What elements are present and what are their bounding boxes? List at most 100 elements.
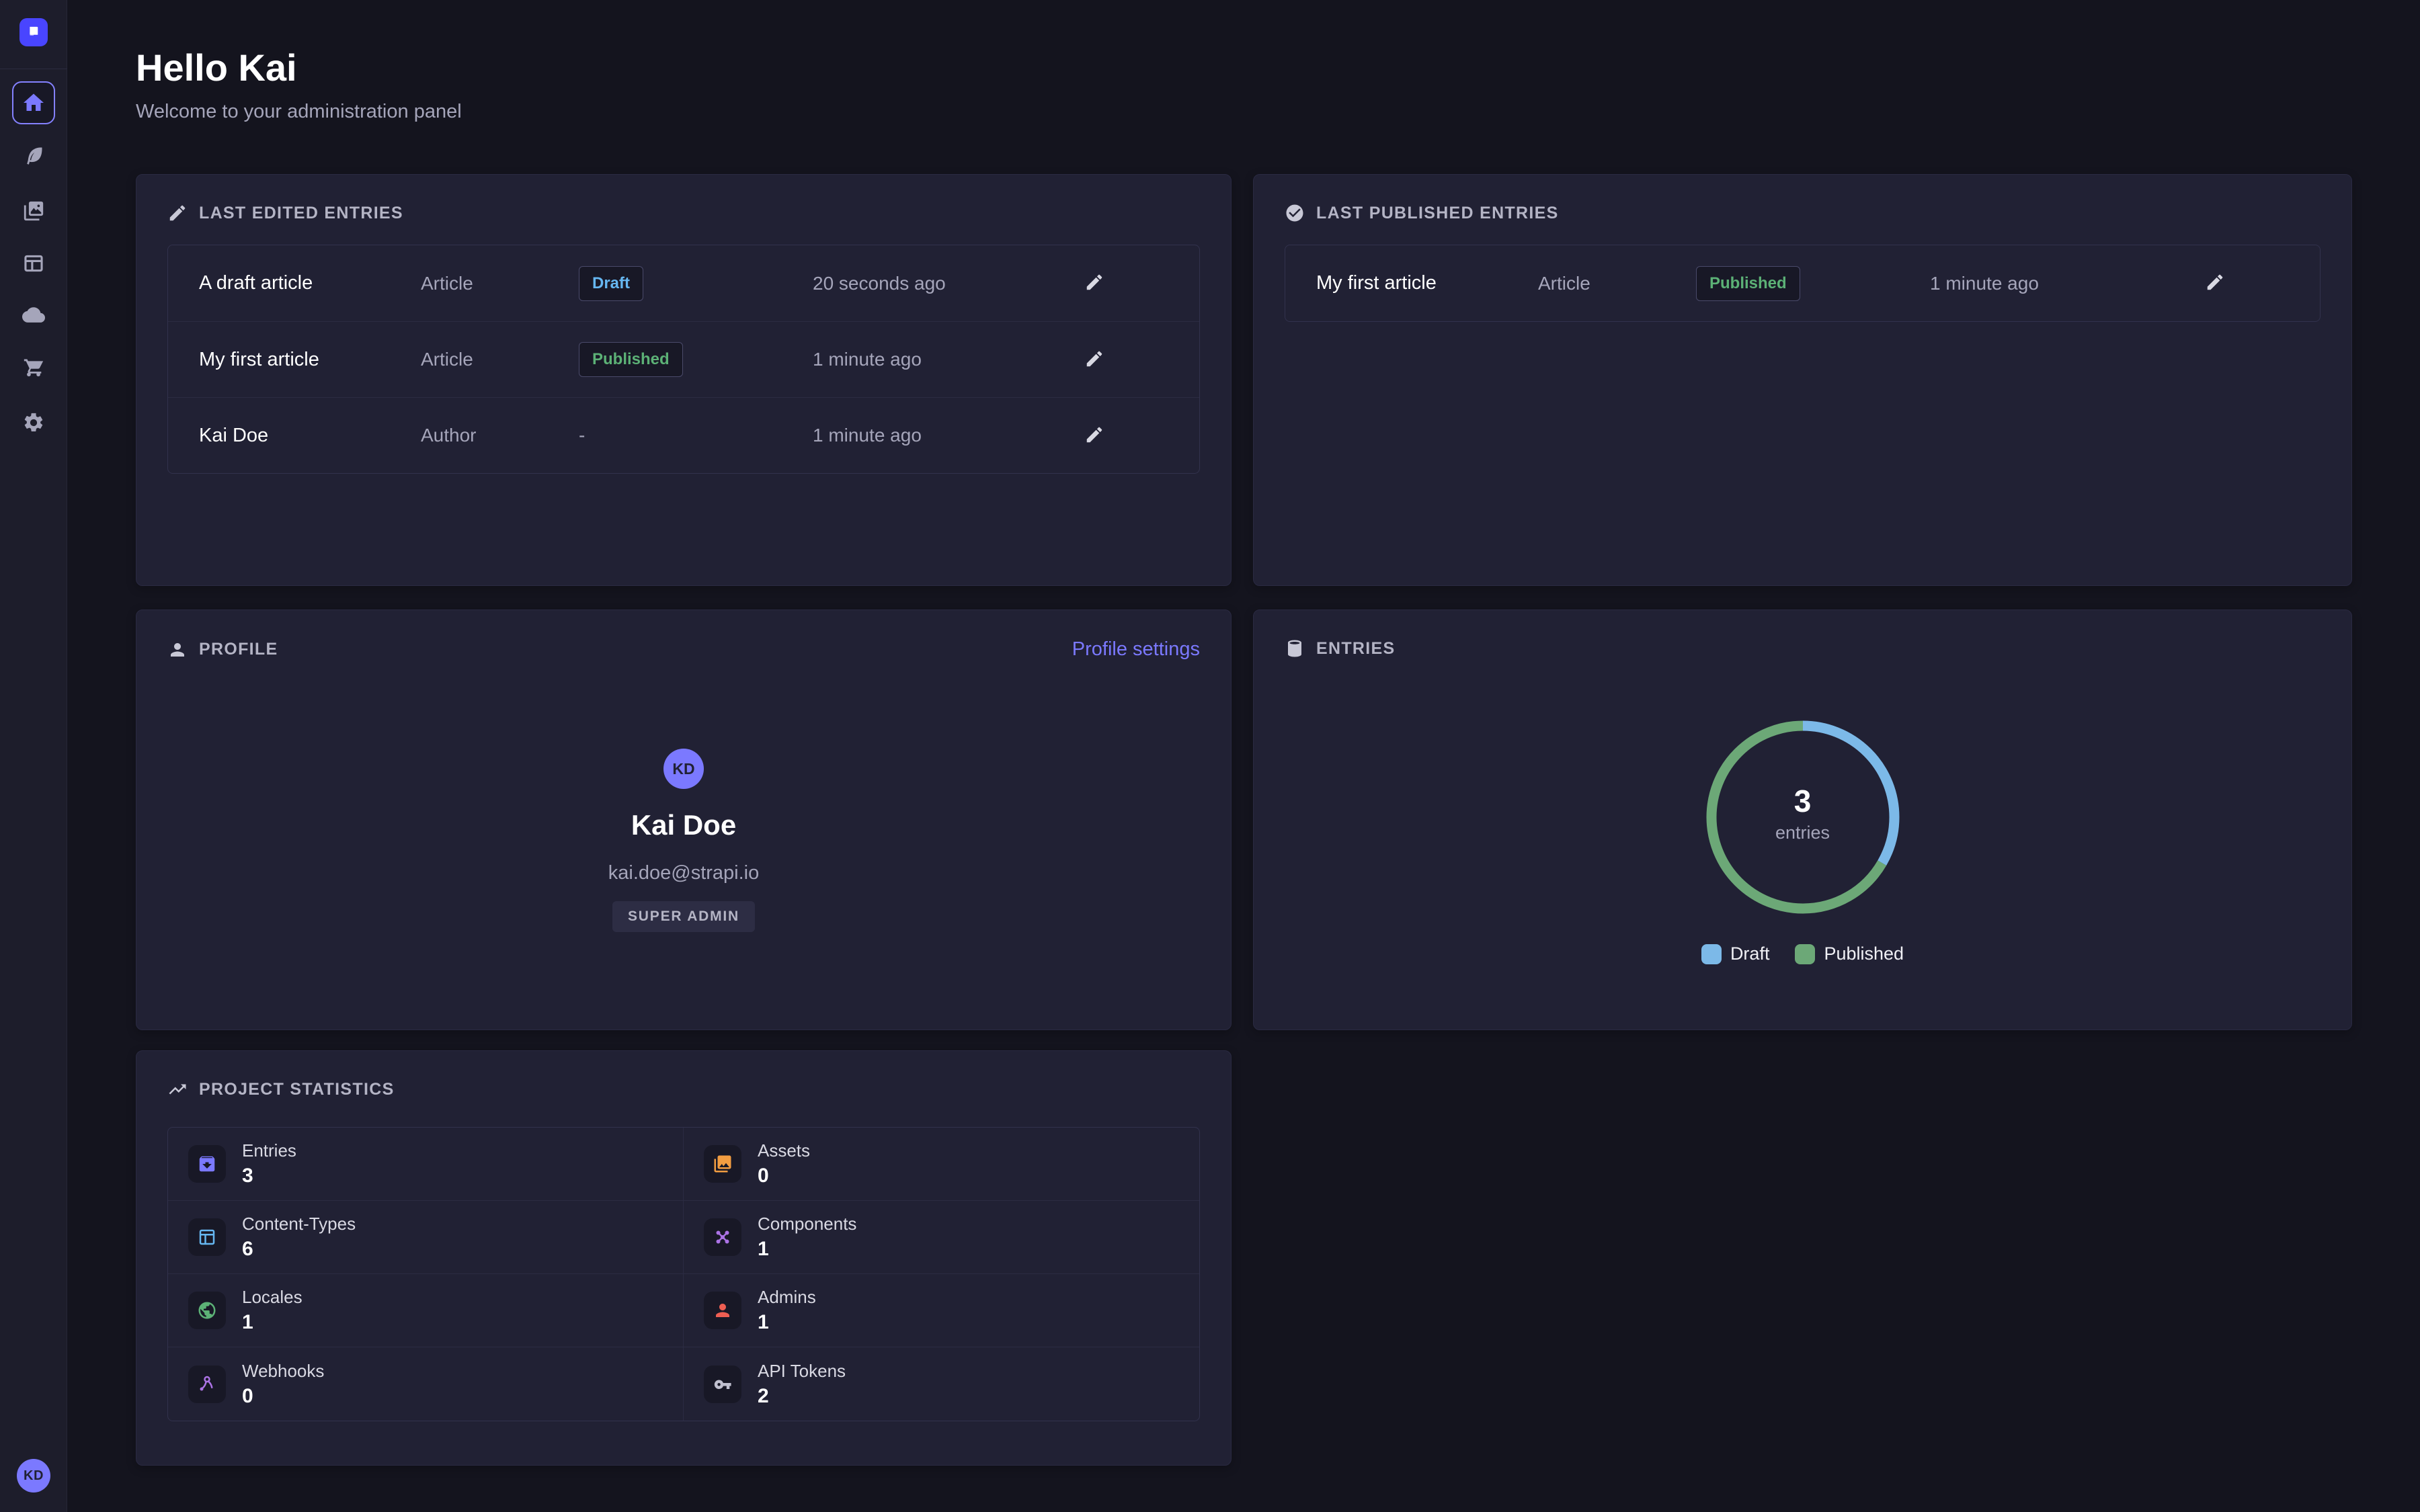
entry-kind: Article [1538, 273, 1696, 294]
entry-kind: Article [421, 273, 579, 294]
status-badge: Published [579, 342, 683, 377]
home-icon [22, 91, 46, 115]
stat-value: 6 [242, 1238, 356, 1261]
user-avatar-initials: KD [24, 1468, 44, 1484]
entry-kind: Author [421, 425, 579, 446]
database-icon [1285, 638, 1305, 659]
strapi-logo-icon [24, 22, 44, 42]
legend-item-published: Published [1795, 943, 1904, 964]
feather-pen-icon [22, 144, 45, 167]
profile-avatar: KD [663, 749, 704, 789]
stat-components: Components 1 [684, 1201, 1199, 1274]
status-empty: - [579, 425, 585, 446]
entries-icon [188, 1145, 226, 1183]
profile-email: kai.doe@strapi.io [136, 862, 1231, 884]
widget-title: ENTRIES [1316, 639, 1395, 659]
stat-label: Entries [242, 1140, 296, 1161]
table-row: A draft article Article Draft 20 seconds… [168, 245, 1199, 321]
layout-icon [22, 252, 45, 275]
last-published-table: My first article Article Published 1 min… [1285, 245, 2321, 322]
stat-label: Admins [758, 1287, 816, 1308]
stat-admins: Admins 1 [684, 1274, 1199, 1347]
stat-label: Assets [758, 1140, 810, 1161]
sidebar-item-content-manager[interactable] [21, 143, 46, 169]
stat-locales: Locales 1 [168, 1274, 684, 1347]
legend-item-draft: Draft [1701, 943, 1770, 964]
content-types-icon [188, 1218, 226, 1256]
entries-chart-card: ENTRIES 3 entries Draft Published [1253, 610, 2352, 1030]
project-statistics-card: PROJECT STATISTICS Entries 3 Assets 0 [136, 1050, 1232, 1466]
profile-avatar-initials: KD [672, 760, 694, 778]
legend-swatch-published [1795, 944, 1815, 964]
stat-assets: Assets 0 [684, 1128, 1199, 1201]
stat-value: 3 [242, 1165, 296, 1187]
stat-label: Components [758, 1214, 856, 1234]
widget-title: LAST PUBLISHED ENTRIES [1316, 204, 1559, 223]
table-row: My first article Article Published 1 min… [1285, 245, 2320, 321]
sidebar-item-settings[interactable] [21, 410, 46, 435]
gear-icon [22, 411, 45, 434]
stat-value: 1 [758, 1311, 816, 1334]
status-badge: Draft [579, 266, 643, 301]
edit-entry-button[interactable] [1079, 267, 1110, 300]
entries-donut-chart: 3 entries [1702, 716, 1904, 918]
entry-name: Kai Doe [199, 425, 421, 447]
admins-icon [704, 1292, 741, 1329]
pencil-icon [167, 203, 188, 223]
edit-entry-button[interactable] [2200, 267, 2230, 300]
legend-label: Draft [1730, 943, 1770, 964]
shopping-cart-icon [22, 357, 45, 380]
pencil-icon [1084, 272, 1104, 292]
entry-time: 20 seconds ago [813, 273, 1020, 294]
pencil-icon [2205, 272, 2225, 292]
widget-title: LAST EDITED ENTRIES [199, 204, 403, 223]
entry-name: A draft article [199, 272, 421, 294]
api-tokens-icon [704, 1366, 741, 1403]
stat-webhooks: Webhooks 0 [168, 1347, 684, 1421]
components-icon [704, 1218, 741, 1256]
entry-name: My first article [199, 349, 421, 371]
check-circle-icon [1285, 203, 1305, 223]
edit-entry-button[interactable] [1079, 419, 1110, 452]
stat-label: Webhooks [242, 1361, 324, 1382]
sidebar: KD [0, 0, 67, 1512]
user-avatar[interactable]: KD [17, 1459, 50, 1493]
locales-icon [188, 1292, 226, 1329]
widget-title: PROJECT STATISTICS [199, 1080, 395, 1099]
donut-total: 3 [1736, 784, 1870, 818]
stat-label: Locales [242, 1287, 302, 1308]
sidebar-item-media-library[interactable] [21, 198, 46, 224]
stat-entries: Entries 3 [168, 1128, 684, 1201]
legend-swatch-draft [1701, 944, 1722, 964]
profile-settings-link[interactable]: Profile settings [1072, 638, 1200, 661]
entry-time: 1 minute ago [1930, 273, 2141, 294]
last-edited-entries-card: LAST EDITED ENTRIES A draft article Arti… [136, 174, 1232, 586]
sidebar-item-content-type-builder[interactable] [21, 251, 46, 276]
status-badge: Published [1696, 266, 1800, 301]
person-icon [167, 640, 188, 660]
stats-grid: Entries 3 Assets 0 Content-Types 6 [167, 1127, 1200, 1421]
stat-label: Content-Types [242, 1214, 356, 1234]
entry-time: 1 minute ago [813, 425, 1020, 446]
entry-time: 1 minute ago [813, 349, 1020, 370]
profile-name: Kai Doe [136, 809, 1231, 841]
entry-kind: Article [421, 349, 579, 370]
stat-value: 1 [758, 1238, 856, 1261]
entry-name: My first article [1316, 272, 1538, 294]
table-row: My first article Article Published 1 min… [168, 321, 1199, 397]
sidebar-item-cloud[interactable] [21, 303, 46, 329]
donut-unit-label: entries [1736, 823, 1870, 843]
sidebar-item-marketplace[interactable] [21, 355, 46, 381]
stat-api-tokens: API Tokens 2 [684, 1347, 1199, 1421]
sidebar-item-home[interactable] [12, 81, 55, 124]
stat-value: 1 [242, 1311, 302, 1334]
profile-card: PROFILE Profile settings KD Kai Doe kai.… [136, 610, 1232, 1030]
last-edited-table: A draft article Article Draft 20 seconds… [167, 245, 1200, 474]
strapi-logo[interactable] [19, 18, 48, 46]
stat-content-types: Content-Types 6 [168, 1201, 684, 1274]
trending-up-icon [167, 1079, 188, 1099]
edit-entry-button[interactable] [1079, 343, 1110, 376]
page-subtitle: Welcome to your administration panel [136, 101, 462, 123]
last-published-entries-card: LAST PUBLISHED ENTRIES My first article … [1253, 174, 2352, 586]
pencil-icon [1084, 349, 1104, 369]
